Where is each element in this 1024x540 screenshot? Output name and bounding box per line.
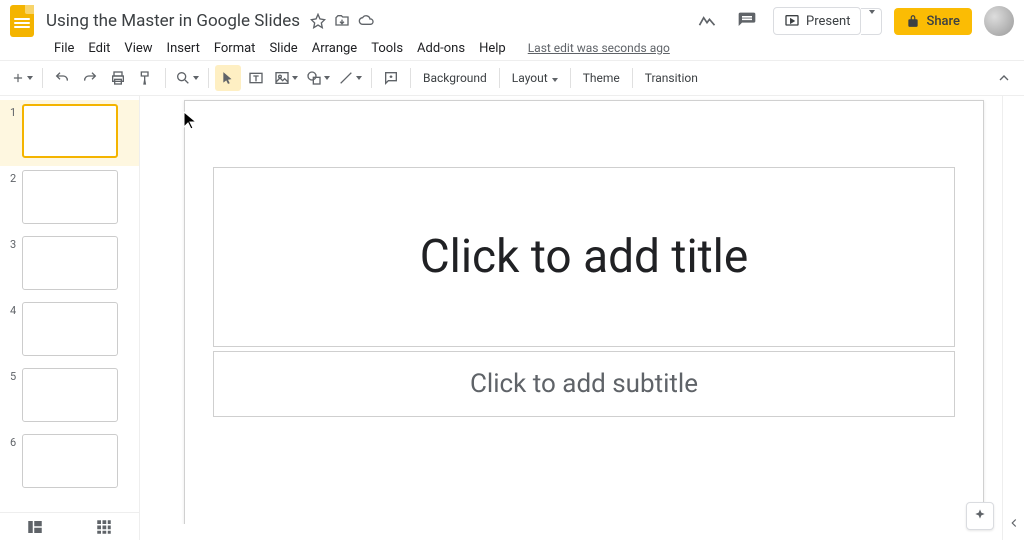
thumb-number: 3 [10, 238, 22, 251]
menu-tools[interactable]: Tools [365, 38, 409, 59]
redo-button[interactable] [77, 65, 103, 91]
menu-arrange[interactable]: Arrange [306, 38, 363, 59]
menu-addons[interactable]: Add-ons [411, 38, 471, 59]
filmstrip-view-icon[interactable] [26, 518, 44, 536]
menu-help[interactable]: Help [473, 38, 512, 59]
slide-thumbnail-5[interactable] [22, 368, 118, 422]
slides-app-icon[interactable] [10, 5, 34, 37]
print-button[interactable] [105, 65, 131, 91]
menu-insert[interactable]: Insert [161, 38, 206, 59]
layout-button[interactable]: Layout [506, 67, 564, 89]
move-folder-icon[interactable] [334, 13, 350, 29]
last-edit-link[interactable]: Last edit was seconds ago [528, 41, 670, 55]
grid-view-icon[interactable] [95, 518, 113, 536]
share-button[interactable]: Share [894, 8, 972, 35]
image-tool[interactable] [271, 65, 301, 91]
shape-tool[interactable] [303, 65, 333, 91]
share-label: Share [926, 14, 960, 29]
slide-canvas[interactable]: Click to add title Click to add subtitle [184, 100, 984, 524]
transition-button[interactable]: Transition [639, 67, 704, 89]
activity-icon[interactable] [693, 7, 721, 35]
slide-thumbnail-3[interactable] [22, 236, 118, 290]
toolbar: Background Layout Theme Transition [0, 60, 1024, 96]
present-button[interactable]: Present [773, 7, 861, 35]
slide-thumbnail-1[interactable] [22, 104, 118, 158]
textbox-tool[interactable] [243, 65, 269, 91]
menu-format[interactable]: Format [208, 38, 262, 59]
line-tool[interactable] [335, 65, 365, 91]
menu-file[interactable]: File [48, 38, 80, 59]
filmstrip: 1 2 3 4 5 6 [0, 96, 140, 540]
cloud-status-icon[interactable] [358, 13, 374, 29]
show-side-panel-icon[interactable] [1007, 516, 1021, 530]
present-dropdown[interactable] [861, 8, 882, 35]
thumb-number: 5 [10, 370, 22, 383]
side-panel-rail [1002, 96, 1024, 540]
account-avatar[interactable] [984, 6, 1014, 36]
undo-button[interactable] [49, 65, 75, 91]
theme-button[interactable]: Theme [577, 67, 626, 89]
paint-format-button[interactable] [133, 65, 159, 91]
menu-view[interactable]: View [118, 38, 158, 59]
document-title[interactable]: Using the Master in Google Slides [44, 10, 302, 32]
select-tool[interactable] [215, 65, 241, 91]
present-label: Present [806, 14, 850, 29]
menu-edit[interactable]: Edit [82, 38, 116, 59]
slide-thumbnail-2[interactable] [22, 170, 118, 224]
menu-bar: File Edit View Insert Format Slide Arran… [0, 36, 1024, 60]
thumb-number: 2 [10, 172, 22, 185]
comment-tool[interactable] [378, 65, 404, 91]
comments-icon[interactable] [733, 7, 761, 35]
background-button[interactable]: Background [417, 67, 493, 89]
title-placeholder[interactable]: Click to add title [213, 167, 955, 347]
thumb-number: 1 [10, 106, 22, 119]
explore-button[interactable] [966, 502, 994, 530]
thumb-number: 4 [10, 304, 22, 317]
collapse-toolbar-icon[interactable] [996, 70, 1012, 86]
thumb-number: 6 [10, 436, 22, 449]
menu-slide[interactable]: Slide [263, 38, 303, 59]
zoom-button[interactable] [172, 65, 202, 91]
new-slide-button[interactable] [8, 65, 36, 91]
slide-thumbnail-6[interactable] [22, 434, 118, 488]
subtitle-placeholder[interactable]: Click to add subtitle [213, 351, 955, 417]
star-icon[interactable] [310, 13, 326, 29]
slide-thumbnail-4[interactable] [22, 302, 118, 356]
